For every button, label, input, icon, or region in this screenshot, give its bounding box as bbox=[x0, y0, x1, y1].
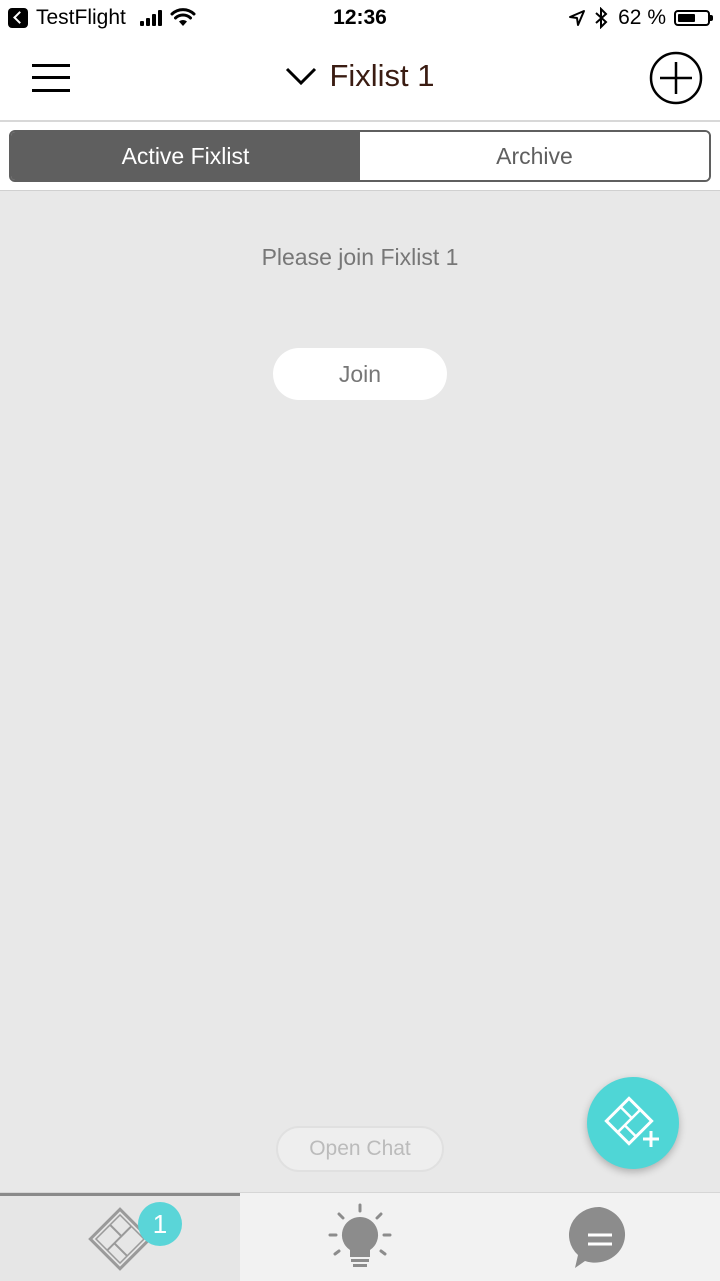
join-button[interactable]: Join bbox=[273, 348, 447, 400]
notification-badge: 1 bbox=[138, 1202, 182, 1246]
location-arrow-icon bbox=[569, 10, 586, 26]
bluetooth-icon bbox=[595, 7, 608, 29]
nav-header: Fixlist 1 bbox=[0, 38, 720, 122]
tab-ideas[interactable] bbox=[240, 1193, 480, 1281]
chevron-down-icon[interactable] bbox=[285, 66, 317, 86]
plus-circle-icon[interactable] bbox=[648, 50, 704, 106]
join-prompt-text: Please join Fixlist 1 bbox=[261, 244, 459, 270]
tab-active-fixlist[interactable]: Active Fixlist bbox=[11, 132, 360, 180]
tab-chat[interactable] bbox=[480, 1193, 720, 1281]
tab-fixlist[interactable]: 1 bbox=[0, 1193, 240, 1281]
fixlist-selector[interactable]: Fixlist 1 bbox=[285, 58, 435, 94]
fixlist-segmented-control: Active Fixlist Archive bbox=[9, 130, 711, 182]
tab-archive[interactable]: Archive bbox=[360, 132, 709, 180]
status-bar: TestFlight 12:36 62 % bbox=[0, 0, 720, 38]
open-chat-button[interactable]: Open Chat bbox=[276, 1126, 444, 1172]
floor-plan-add-icon bbox=[604, 1096, 659, 1147]
battery-icon bbox=[674, 10, 713, 26]
page-title[interactable]: Fixlist 1 bbox=[329, 58, 434, 94]
status-right: 62 % bbox=[568, 6, 713, 30]
segment-area: Active Fixlist Archive bbox=[0, 122, 720, 191]
chat-bubble-icon bbox=[568, 1206, 626, 1268]
add-fix-fab[interactable] bbox=[587, 1077, 679, 1169]
lightbulb-icon bbox=[328, 1203, 392, 1267]
header-title-wrap: Fixlist 1 bbox=[0, 58, 720, 94]
battery-fill bbox=[678, 14, 695, 22]
bottom-tab-bar: 1 bbox=[0, 1192, 720, 1281]
battery-percent: 62 % bbox=[618, 6, 666, 29]
